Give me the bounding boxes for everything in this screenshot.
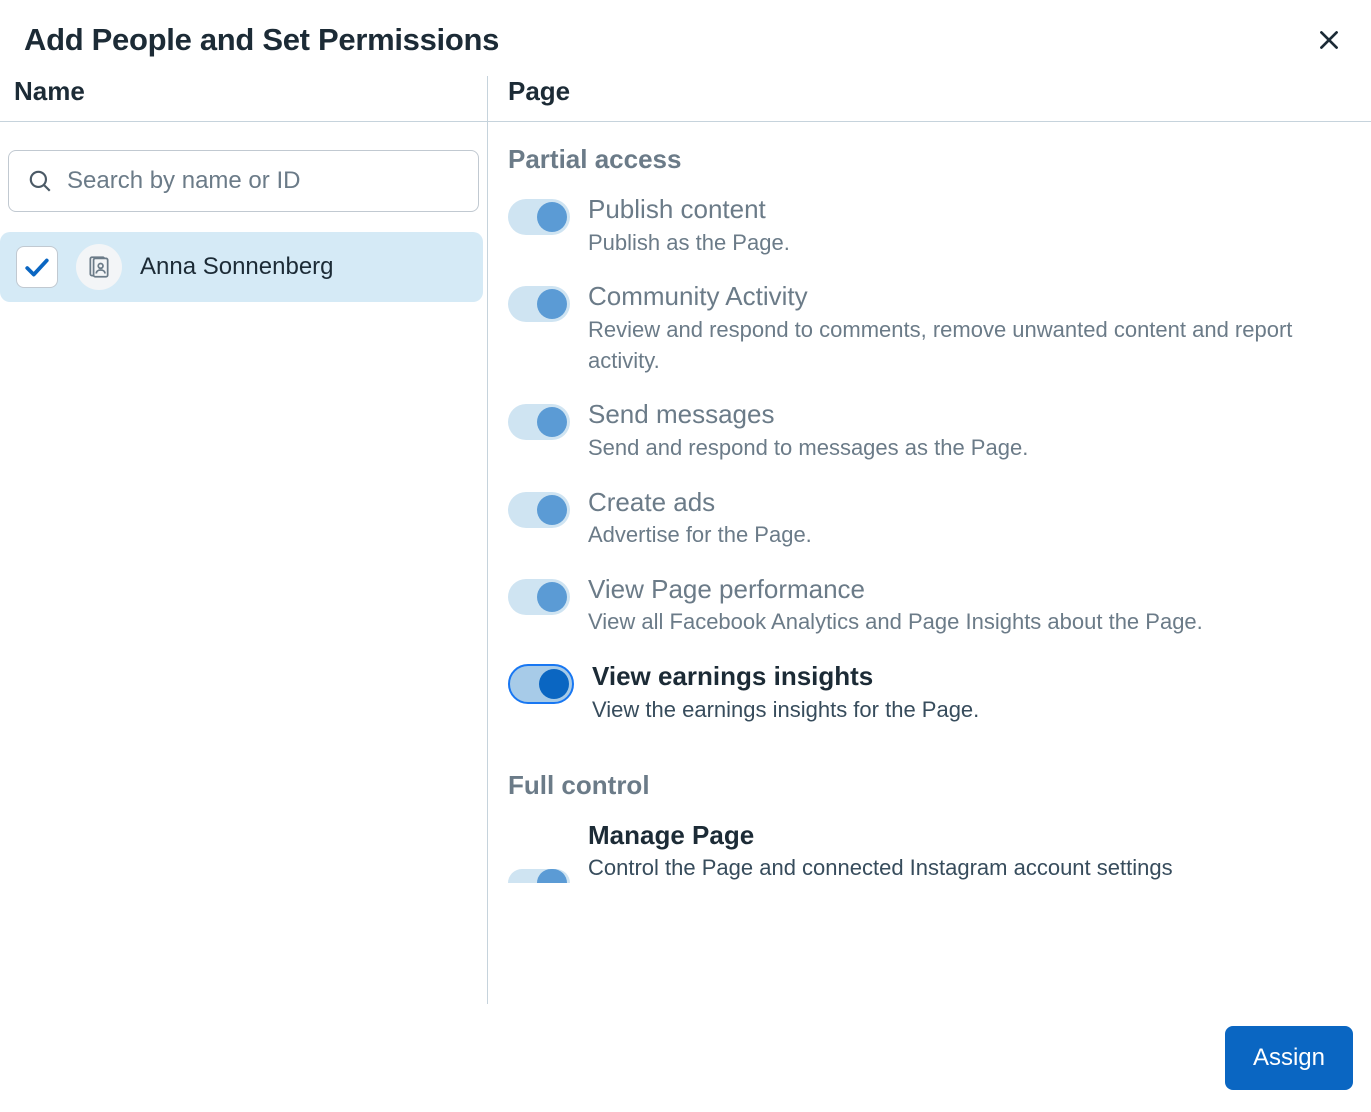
permission-desc: View the earnings insights for the Page. xyxy=(592,695,1353,726)
permission-desc: Review and respond to comments, remove u… xyxy=(588,315,1353,377)
search-input[interactable] xyxy=(67,167,462,195)
permission-title: Community Activity xyxy=(588,280,1353,313)
right-panel: Partial access Publish content Publish a… xyxy=(488,122,1371,1112)
permission-ads: Create ads Advertise for the Page. xyxy=(508,486,1353,551)
permission-title: Create ads xyxy=(588,486,1353,519)
permission-desc: Send and respond to messages as the Page… xyxy=(588,433,1353,464)
toggle-earnings[interactable] xyxy=(508,664,574,704)
permission-community: Community Activity Review and respond to… xyxy=(508,280,1353,376)
section-title-partial: Partial access xyxy=(508,144,1353,175)
close-button[interactable] xyxy=(1311,22,1347,58)
permission-manage: Manage Page Control the Page and connect… xyxy=(508,819,1353,884)
footer: Assign xyxy=(0,1004,1371,1112)
close-icon xyxy=(1316,27,1342,53)
body-row: Anna Sonnenberg Partial access Publish c… xyxy=(0,122,1371,1112)
toggle-publish[interactable] xyxy=(508,199,570,235)
people-list: Anna Sonnenberg xyxy=(0,232,487,302)
permission-desc: View all Facebook Analytics and Page Ins… xyxy=(588,607,1353,638)
toggle-manage[interactable] xyxy=(508,825,570,861)
permission-earnings: View earnings insights View the earnings… xyxy=(508,660,1353,725)
permission-title: Publish content xyxy=(588,193,1353,226)
toggle-messages[interactable] xyxy=(508,404,570,440)
assign-button[interactable]: Assign xyxy=(1225,1026,1353,1090)
permission-title: View Page performance xyxy=(588,573,1353,606)
permission-desc: Publish as the Page. xyxy=(588,228,1353,259)
permission-title: Send messages xyxy=(588,398,1353,431)
permission-messages: Send messages Send and respond to messag… xyxy=(508,398,1353,463)
permission-desc: Control the Page and connected Instagram… xyxy=(588,853,1353,884)
modal-title: Add People and Set Permissions xyxy=(24,22,499,58)
person-avatar xyxy=(76,244,122,290)
permission-title: View earnings insights xyxy=(592,660,1353,693)
id-card-icon xyxy=(86,254,112,280)
search-box[interactable] xyxy=(8,150,479,212)
permission-publish: Publish content Publish as the Page. xyxy=(508,193,1353,258)
column-header-page: Page xyxy=(488,76,1371,121)
permission-title: Manage Page xyxy=(588,819,1353,852)
section-title-full: Full control xyxy=(508,770,1353,801)
toggle-ads[interactable] xyxy=(508,492,570,528)
column-header-name: Name xyxy=(0,76,488,121)
modal-header: Add People and Set Permissions xyxy=(0,0,1371,76)
partial-permissions-list: Publish content Publish as the Page. Com… xyxy=(508,193,1353,726)
left-panel: Anna Sonnenberg xyxy=(0,122,488,1112)
search-icon xyxy=(27,168,53,194)
permission-desc: Advertise for the Page. xyxy=(588,520,1353,551)
toggle-performance[interactable] xyxy=(508,579,570,615)
check-icon xyxy=(24,256,50,278)
person-name: Anna Sonnenberg xyxy=(140,253,334,281)
person-checkbox[interactable] xyxy=(16,246,58,288)
permission-performance: View Page performance View all Facebook … xyxy=(508,573,1353,638)
columns-header: Name Page xyxy=(0,76,1371,122)
toggle-community[interactable] xyxy=(508,286,570,322)
person-row[interactable]: Anna Sonnenberg xyxy=(0,232,483,302)
